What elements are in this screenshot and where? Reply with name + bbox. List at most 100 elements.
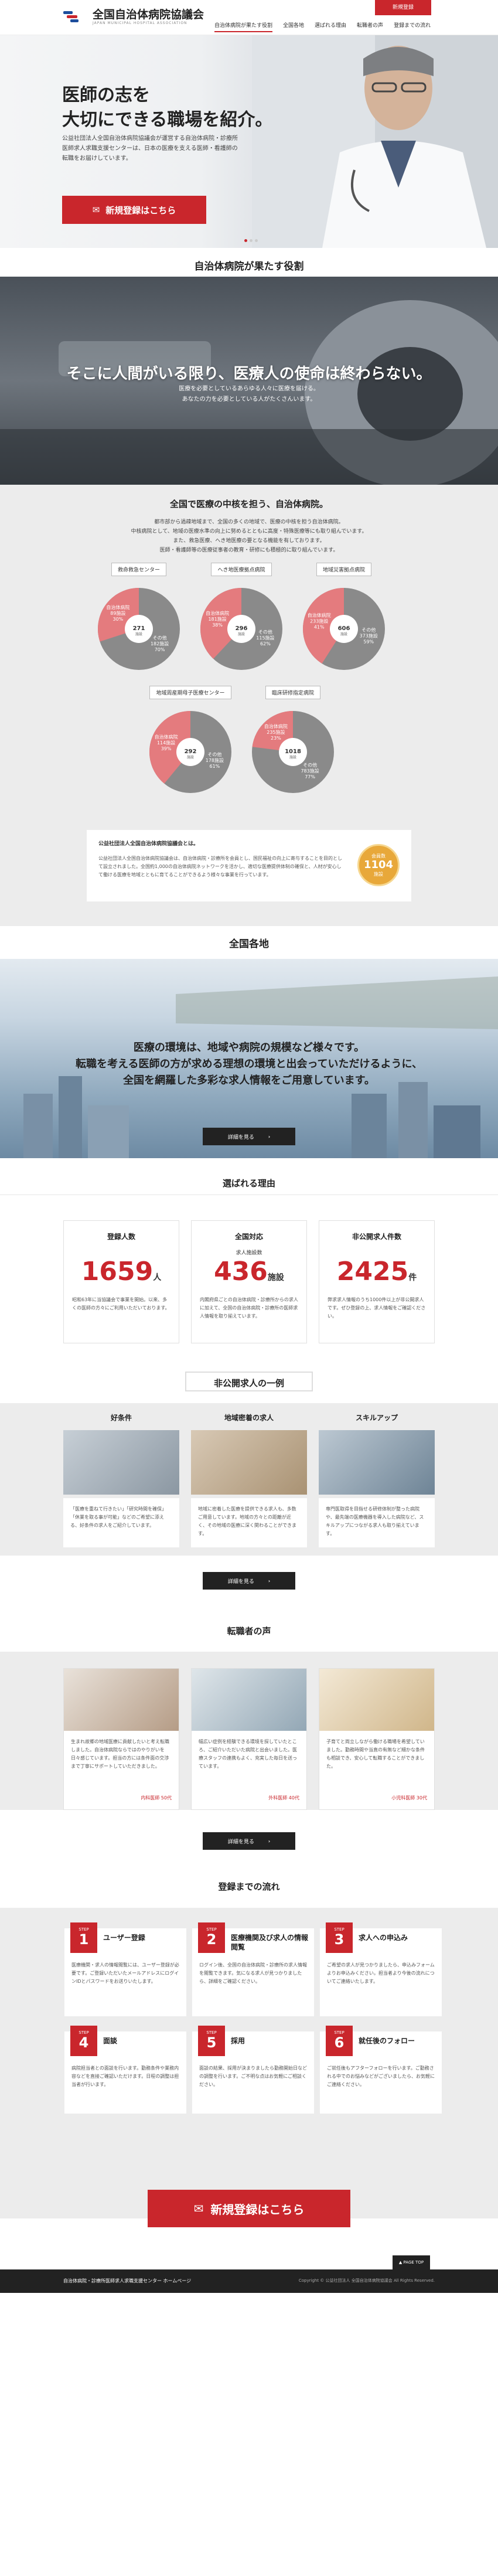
nav-areas[interactable]: 全国各地 xyxy=(283,21,304,32)
private-card-title: スキルアップ xyxy=(355,1414,398,1422)
flow-step: STEP 4 面談 病院担当者との面談を行います。勤務条件や業務内容などを直接ご確認い… xyxy=(64,2026,186,2114)
pie-other-count: 115施設 xyxy=(256,635,274,641)
reason-card: 登録人数 1659人 昭和63年に当協議会で事業を開始。以来、多くの医師の方々にご利… xyxy=(63,1220,179,1343)
pie-label: 地域周産期母子医療センター xyxy=(149,686,231,699)
areas-line: 全国を網羅した多彩な求人情報をご用意しています。 xyxy=(123,1074,375,1087)
logo-mark-icon xyxy=(63,9,89,25)
areas-detail-button[interactable]: 詳細を見る › xyxy=(203,1128,295,1145)
private-detail-button[interactable]: 詳細を見る › xyxy=(203,1572,295,1590)
nav-voices[interactable]: 転職者の声 xyxy=(357,21,383,32)
flow-step: STEP 3 求人への申込み ご希望の求人が見つかりましたら、申込みフォームよりお申込… xyxy=(320,1922,442,2016)
register-icon: ✉ xyxy=(193,2201,204,2216)
carousel-dot[interactable] xyxy=(244,239,247,242)
core-text-line: 医師・看護師等の医療従事者の教育・研修にも積極的に取り組んでいます。 xyxy=(159,547,339,553)
private-card-title: 好条件 xyxy=(110,1414,132,1422)
reason-number-unit: 件 xyxy=(408,1273,417,1282)
flow-step: STEP 2 医療機関及び求人の情報閲覧 ログイン後、全国の自治体病院・診療所の求人情… xyxy=(192,1922,314,2016)
footer-copyright: Copyright © 公益社団法人 全国自治体病院協議会 All Rights… xyxy=(298,2278,435,2283)
step-number: 1 xyxy=(79,1931,89,1948)
pie-center-number: 1018 xyxy=(285,748,301,755)
hero-register-button[interactable]: ✉ 新規登録はこちら xyxy=(62,196,206,224)
reason-card-number: 2425件 xyxy=(319,1257,434,1287)
pie-share-share: 39% xyxy=(161,746,172,751)
private-card-textbox: 地域に密着した医療を提供できる求人も、多数ご用意しています。地域の方々との距離が… xyxy=(191,1498,307,1547)
role-photo-band: そこに人間がいる限り、医療人の使命は終わらない。 医療を必要としているあらゆる人… xyxy=(0,277,498,485)
pie-share-count: 89施設 xyxy=(110,610,125,616)
pie-chart: 救命救急センター 自治体病院 89施設 30% その他 182施設 70% 271 施設 xyxy=(89,563,189,678)
step-badge: STEP 1 xyxy=(70,1922,97,1953)
footer-link[interactable]: 自治体病院・診療所医師求人求職支援センター ホームページ xyxy=(63,2278,191,2284)
association-title: 公益社団法人全国自治体病院協議会とは。 xyxy=(98,841,199,847)
carousel-dot[interactable] xyxy=(250,239,253,242)
step-badge: STEP 6 xyxy=(326,2026,353,2056)
core-section: 全国で医療の中核を担う、自治体病院。 都市部から過疎地域まで、全国の多くの地域で… xyxy=(0,485,498,926)
pie-share-share-name: 自治体病院 xyxy=(264,723,288,729)
pie-center-number: 292 xyxy=(185,748,197,755)
pie-center-unit: 施設 xyxy=(187,755,194,760)
header-register-button[interactable]: 新規登録 xyxy=(375,0,431,15)
step-number: 5 xyxy=(206,2034,217,2051)
areas-headline: 医療の環境は、地域や病院の規模など様々です。 転職を考える医師の方が求める理想の… xyxy=(0,1040,498,1089)
role-band-subtitle: 医療を必要としているあらゆる人々に医療を届ける。 あなたの力を必要としている人が… xyxy=(0,384,498,405)
pie-other-name: その他 xyxy=(258,629,272,635)
voice-card-meta: 小児科医師 30代 xyxy=(391,1795,427,1801)
flow-step: STEP 6 就任後のフォロー ご就任後もアフターフォローを行います。ご勤務される中で… xyxy=(320,2026,442,2114)
association-card: 公益社団法人全国自治体病院協議会とは。 公益社団法人全国自治体病院協議会は、自治… xyxy=(87,830,411,901)
private-card-photo xyxy=(319,1430,435,1495)
badge-number: 1104 xyxy=(363,859,394,871)
pie-other-count: 783施設 xyxy=(301,768,319,774)
reason-number-unit: 施設 xyxy=(267,1273,284,1282)
page-top-button[interactable]: ▲ PAGE TOP xyxy=(393,2255,430,2269)
site-logo[interactable]: 全国自治体病院協議会 JAPAN MUNICIPAL HOSPITAL ASSO… xyxy=(63,8,204,25)
reason-card-number: 1659人 xyxy=(64,1257,179,1287)
private-card-textbox: 専門医取得を目指せる研修体制が整った病院や、最先端の医療機器を導入した病院など、… xyxy=(319,1498,435,1547)
pie-center-number: 296 xyxy=(236,625,248,632)
register-icon: ✉ xyxy=(92,205,100,215)
pie-chart: 臨床研修指定病院 自治体病院 235施設 23% その他 783施設 77% 1018 施設 xyxy=(243,686,343,801)
step-text: 医療機関・求人の情報閲覧には、ユーザー登録が必要です。ご登録いただいたメールアド… xyxy=(71,1962,179,1984)
voice-card-meta: 内科医師 50代 xyxy=(141,1795,172,1801)
pie-label: 臨床研修指定病院 xyxy=(265,686,320,699)
pie-other-count: 178施設 xyxy=(206,757,224,763)
hero-text: 公益社団法人全国自治体病院協議会が運営する自治体病院・診療所医師求人求職支援セン… xyxy=(62,135,238,162)
step-text: 面談の結果、採用が決まりましたら勤務開始日などの調整を行います。ご不明な点はお気… xyxy=(199,2065,307,2087)
private-card-photo xyxy=(63,1430,179,1495)
hero-headline-line2: 大切にできる職場を紹介。 xyxy=(62,110,273,130)
role-band-sub-line2: あなたの力を必要としている人がたくさんいます。 xyxy=(182,396,316,403)
pie-other-share: 61% xyxy=(210,764,220,769)
voice-card-text: 子育てと両立しながら働ける職場を希望していました。勤務時間や当直の有無など細かな… xyxy=(326,1739,425,1769)
pie-center-unit: 施設 xyxy=(238,632,245,637)
nav-flow[interactable]: 登録までの流れ xyxy=(394,21,431,32)
arrow-right-icon: › xyxy=(268,1134,271,1139)
pie-label: 地域災害拠点病院 xyxy=(316,563,371,576)
reason-number-unit: 人 xyxy=(153,1273,162,1282)
pie-share-share-name: 自治体病院 xyxy=(206,610,229,616)
pie-label: 救命救急センター xyxy=(111,563,166,576)
carousel-dot[interactable] xyxy=(255,239,258,242)
association-text: 公益社団法人全国自治体病院協議会は、自治体病院・診療所を会員とし、国民福祉の向上… xyxy=(98,856,342,877)
pie-other-share: 62% xyxy=(260,641,271,646)
pie-share-count: 235施設 xyxy=(267,729,285,735)
flow-step: STEP 5 採用 面談の結果、採用が決まりましたら勤務開始日などの調整を行います。ご… xyxy=(192,2026,314,2114)
voices-detail-button[interactable]: 詳細を見る › xyxy=(203,1832,295,1850)
voice-card: 幅広い症例を経験できる環境を探していたところ、ご紹介いただいた病院と出会いました… xyxy=(191,1668,307,1810)
pie-share-count: 114施設 xyxy=(157,740,175,746)
footer: 自治体病院・診療所医師求人求職支援センター ホームページ Copyright ©… xyxy=(0,2269,498,2293)
step-number: 4 xyxy=(79,2034,89,2051)
badge-unit: 施設 xyxy=(374,872,383,877)
step-text: ご就任後もアフターフォローを行います。ご勤務される中でのお悩みなどがございました… xyxy=(327,2065,435,2087)
pie-other-name: その他 xyxy=(303,762,317,768)
nav-role[interactable]: 自治体病院が果たす役割 xyxy=(214,21,273,32)
reasons-title: 選ばれる理由 xyxy=(222,1178,275,1189)
voices-title: 転職者の声 xyxy=(227,1626,271,1636)
core-title: 全国で医療の中核を担う、自治体病院。 xyxy=(169,499,328,509)
areas-line: 医療の環境は、地域や病院の規模など様々です。 xyxy=(133,1042,365,1054)
nav-reasons[interactable]: 選ばれる理由 xyxy=(315,21,346,32)
voice-card: 生まれ故郷の地域医療に貢献したいと考え転職しました。自治体病院ならではのやりがい… xyxy=(63,1668,179,1810)
pie-other-share: 77% xyxy=(305,774,315,780)
areas-line: 転職を考える医師の方が求める理想の環境と出会っていただけるように、 xyxy=(75,1058,423,1070)
private-card-textbox: 「医療を重ねて行きたい」「研究時間を確保」「休業を取る事が可能」などのご希望に添… xyxy=(63,1498,179,1547)
core-text: 都市部から過疎地域まで、全国の多くの地域で、医療の中核を担う自治体病院。 中核病… xyxy=(0,518,498,555)
pie-center-number: 606 xyxy=(338,625,350,632)
bottom-register-button[interactable]: ✉ 新規登録はこちら xyxy=(148,2190,350,2227)
